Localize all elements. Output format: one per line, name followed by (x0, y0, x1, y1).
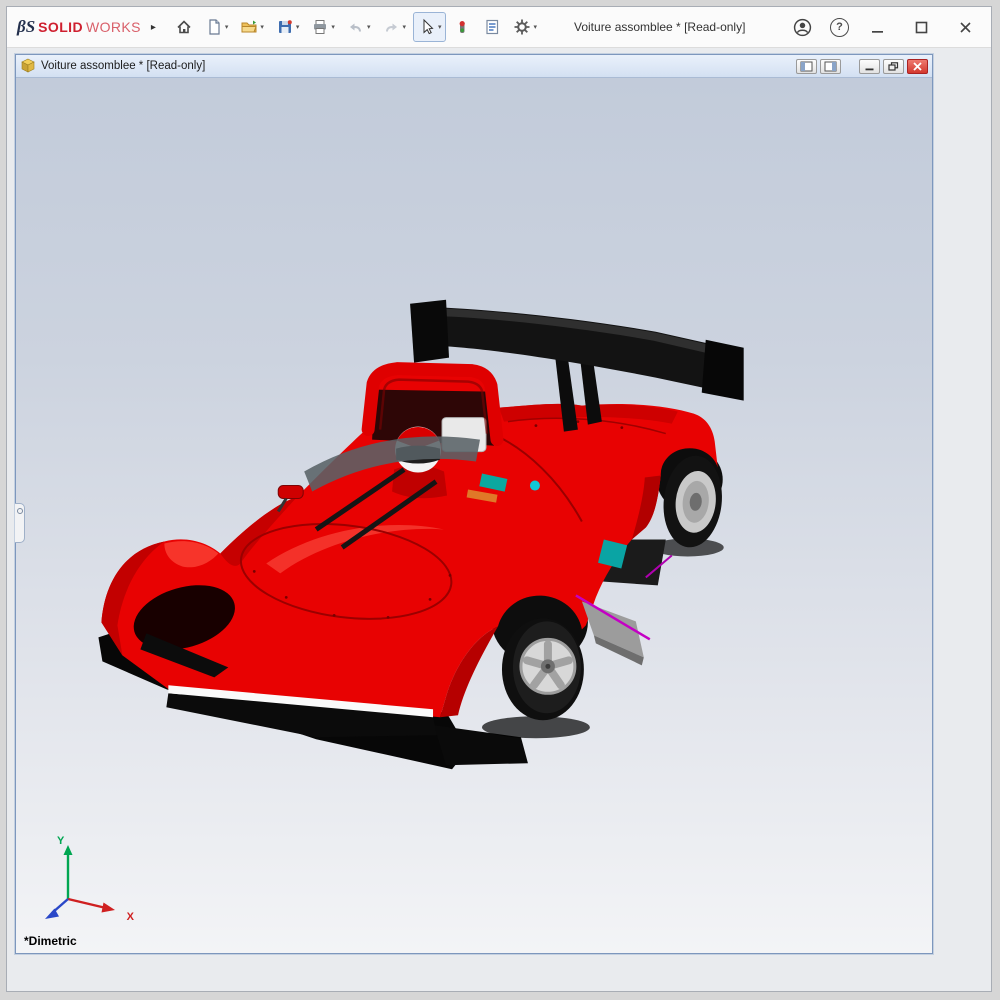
undo-icon (347, 18, 365, 36)
orientation-triad: Y X (30, 839, 140, 923)
car-model-3d (16, 78, 932, 953)
brand-name-works: WORKS (86, 19, 141, 35)
document-title: Voiture assomblee * [Read-only] (574, 20, 745, 34)
new-document-button[interactable]: ▾ (200, 12, 234, 42)
mdi-client-area: Voiture assomblee * [Read-only] (7, 48, 991, 991)
child-close-button[interactable] (907, 59, 928, 74)
child-restore-button[interactable] (883, 59, 904, 74)
solidworks-logo: βS SOLID WORKS (17, 17, 141, 37)
child-restore-icon (888, 62, 899, 71)
caret-icon[interactable]: ▾ (367, 24, 371, 31)
select-tool-icon (418, 18, 436, 36)
new-document-icon (205, 18, 223, 36)
child-title-bar[interactable]: Voiture assomblee * [Read-only] (16, 55, 932, 78)
top-toolbar: βS SOLID WORKS ▸ ▾ (7, 7, 991, 48)
open-document-icon (240, 18, 258, 36)
child-minimize-icon (864, 62, 875, 71)
undo-button[interactable]: ▾ (342, 12, 376, 42)
display-status-icon (453, 18, 471, 36)
flyout-chevron-icon[interactable]: ▸ (151, 22, 156, 33)
viewport[interactable]: Y X *Dimetric (16, 78, 932, 953)
caret-icon[interactable]: ▾ (331, 24, 335, 31)
print-icon (311, 18, 329, 36)
pane-toggle-right-icon (824, 61, 837, 72)
front-wheel[interactable] (502, 618, 584, 720)
triad-icon (30, 839, 140, 923)
feature-panel-handle[interactable] (15, 503, 25, 543)
caret-icon[interactable]: ▾ (260, 24, 264, 31)
close-icon (957, 19, 974, 36)
toolbar-right: ? (786, 12, 981, 42)
file-properties-button[interactable] (478, 12, 506, 42)
save-icon (276, 18, 294, 36)
maximize-button[interactable] (905, 12, 937, 42)
pane-toggle-left-button[interactable] (796, 59, 817, 74)
caret-icon[interactable]: ▾ (225, 24, 229, 31)
home-button[interactable] (170, 12, 198, 42)
toolbar-buttons: ▾ ▾ ▾ (170, 12, 542, 42)
maximize-icon (913, 19, 930, 36)
options-gear-icon (513, 18, 531, 36)
child-window-title: Voiture assomblee * [Read-only] (41, 60, 205, 72)
select-tool-button[interactable]: ▾ (413, 12, 447, 42)
child-window-controls (796, 59, 928, 74)
caret-icon[interactable]: ▾ (438, 24, 442, 31)
save-button[interactable]: ▾ (271, 12, 305, 42)
close-button[interactable] (949, 12, 981, 42)
display-status-button[interactable] (448, 12, 476, 42)
axis-x-label: X (127, 911, 134, 923)
options-button[interactable]: ▾ (508, 12, 542, 42)
user-account-button[interactable] (786, 12, 818, 42)
child-close-icon (912, 62, 923, 71)
help-button[interactable]: ? (830, 18, 849, 37)
pane-toggle-left-icon (800, 61, 813, 72)
home-icon (175, 18, 193, 36)
caret-icon[interactable]: ▾ (296, 24, 300, 31)
view-orientation-label: *Dimetric (24, 934, 77, 948)
open-document-button[interactable]: ▾ (235, 12, 269, 42)
redo-icon (382, 18, 400, 36)
handle-dot-icon (17, 508, 23, 514)
assembly-cube-icon (20, 58, 36, 74)
minimize-icon (869, 19, 886, 36)
axis-y-label: Y (57, 835, 64, 847)
minimize-button[interactable] (861, 12, 893, 42)
pane-toggle-right-button[interactable] (820, 59, 841, 74)
brand-glyph: βS (17, 17, 35, 37)
caret-icon[interactable]: ▾ (402, 24, 406, 31)
file-properties-icon (483, 18, 501, 36)
user-account-icon (793, 18, 812, 37)
caret-icon[interactable]: ▾ (533, 24, 537, 31)
child-window: Voiture assomblee * [Read-only] (15, 54, 933, 954)
print-button[interactable]: ▾ (306, 12, 340, 42)
child-minimize-button[interactable] (859, 59, 880, 74)
app-window: βS SOLID WORKS ▸ ▾ (6, 6, 992, 992)
brand-name-solid: SOLID (38, 19, 83, 35)
redo-button[interactable]: ▾ (377, 12, 411, 42)
